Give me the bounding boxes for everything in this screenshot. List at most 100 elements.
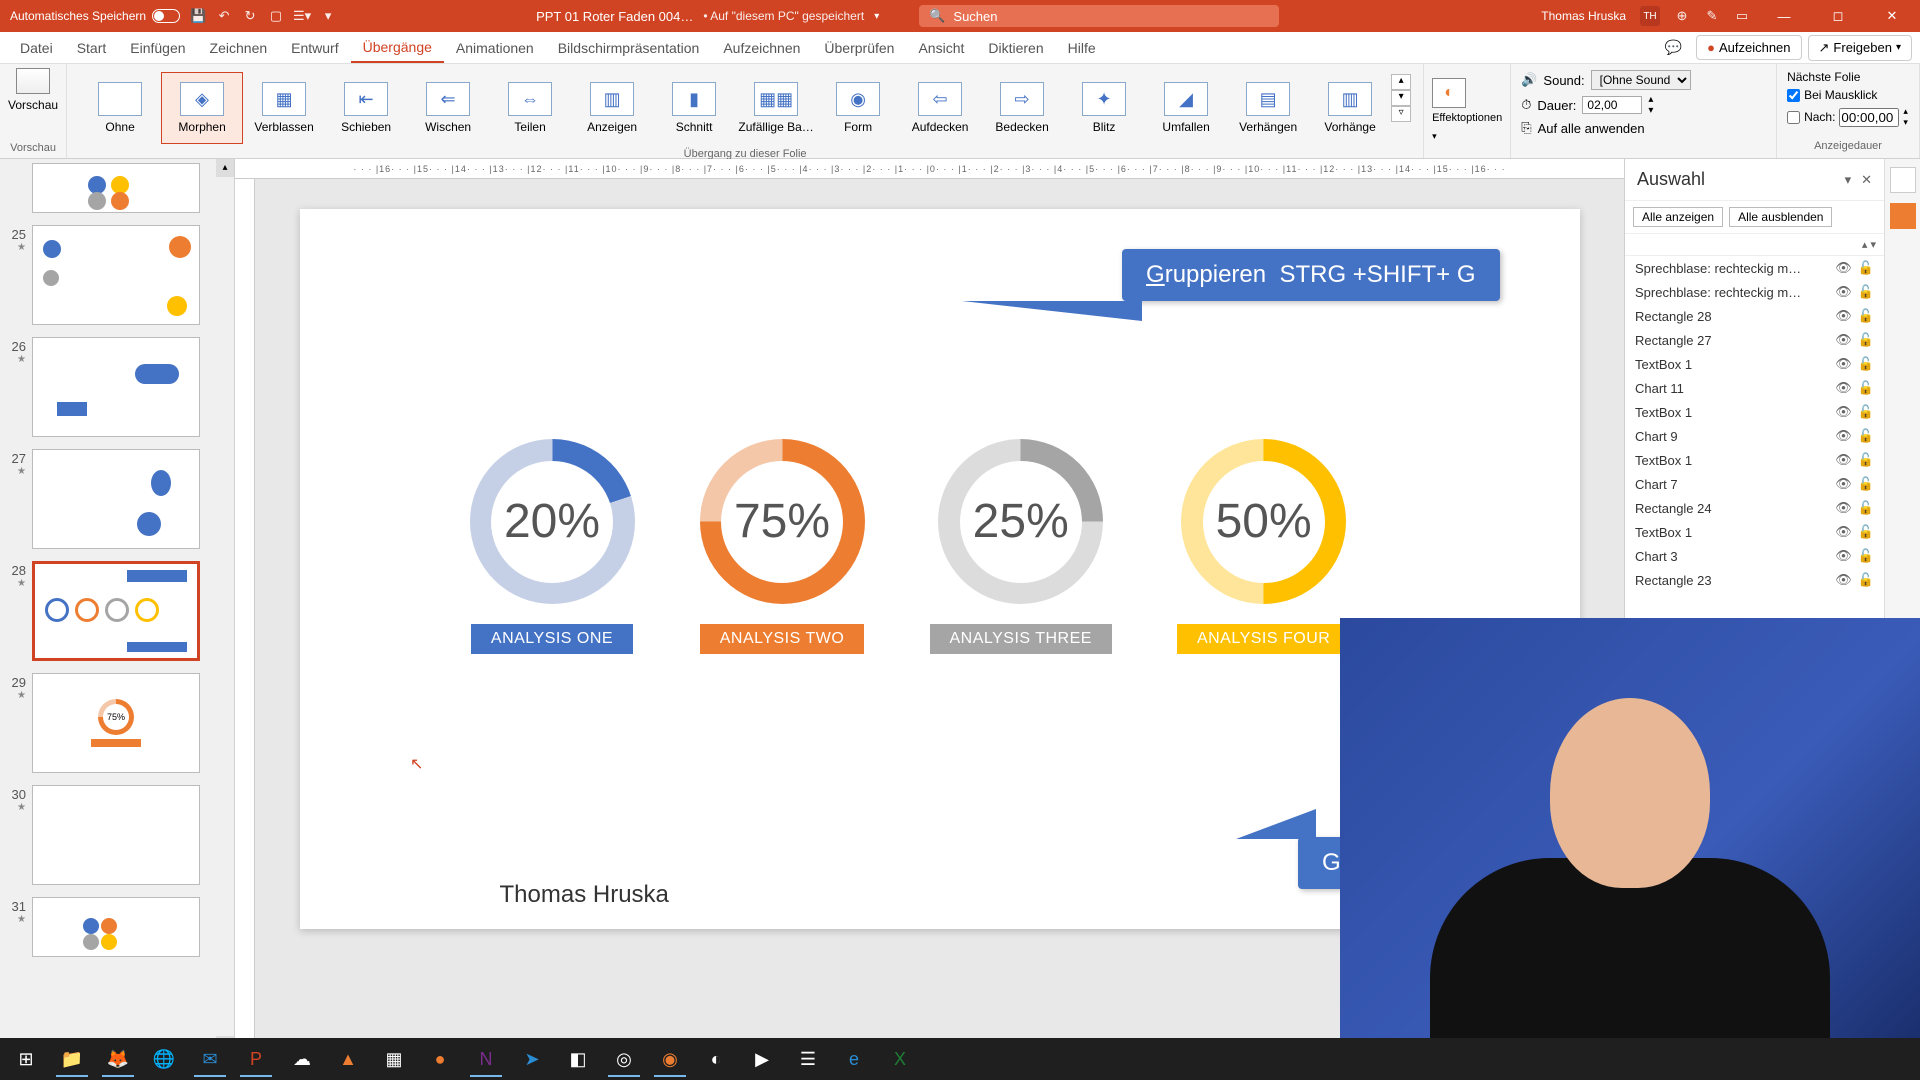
hide-all-button[interactable]: Alle ausblenden [1729, 207, 1832, 227]
saved-dropdown-icon[interactable]: ▾ [874, 11, 879, 22]
tb-firefox-icon[interactable]: 🦊 [96, 1041, 140, 1077]
eye-icon[interactable]: 👁 [1835, 284, 1852, 300]
sel-item[interactable]: Chart 7👁🔓 [1625, 472, 1884, 496]
trans-zufaellig[interactable]: ▦▦Zufällige Ba… [735, 72, 817, 144]
tb-app2-icon[interactable]: ▦ [372, 1041, 416, 1077]
tb-powerpoint-icon[interactable]: P [234, 1041, 278, 1077]
gallery-scrollbar[interactable]: ▴▾▿ [1391, 72, 1411, 124]
trans-vorhaenge[interactable]: ▥Vorhänge [1309, 72, 1391, 144]
after-checkbox[interactable] [1787, 111, 1800, 124]
lock-icon[interactable]: 🔓 [1858, 572, 1874, 588]
tb-explorer-icon[interactable]: 📁 [50, 1041, 94, 1077]
author-text[interactable]: Thomas Hruska [500, 881, 669, 909]
share-button[interactable]: ↗Freigeben▾ [1808, 35, 1912, 61]
eye-icon[interactable]: 👁 [1835, 524, 1852, 540]
tb-app7-icon[interactable]: ▶ [740, 1041, 784, 1077]
search-input[interactable] [953, 9, 1269, 24]
eye-icon[interactable]: 👁 [1835, 428, 1852, 444]
lock-icon[interactable]: 🔓 [1858, 428, 1874, 444]
user-avatar[interactable]: TH [1640, 6, 1660, 26]
comments-icon[interactable]: 💬 [1657, 35, 1690, 60]
pane-close-icon[interactable]: ✕ [1861, 172, 1872, 188]
sel-item[interactable]: Rectangle 27👁🔓 [1625, 328, 1884, 352]
eye-icon[interactable]: 👁 [1835, 356, 1852, 372]
trans-wischen[interactable]: ⇐Wischen [407, 72, 489, 144]
tb-telegram-icon[interactable]: ➤ [510, 1041, 554, 1077]
tb-app5-icon[interactable]: ◉ [648, 1041, 692, 1077]
thumb-row-28[interactable]: 28★ [4, 561, 226, 661]
lock-icon[interactable]: 🔓 [1858, 500, 1874, 516]
thumb-row-26[interactable]: 26★ [4, 337, 226, 437]
ribbon-mode-icon[interactable]: ▭ [1734, 8, 1750, 24]
sel-item[interactable]: TextBox 1👁🔓 [1625, 520, 1884, 544]
sel-item[interactable]: Chart 9👁🔓 [1625, 424, 1884, 448]
lock-icon[interactable]: 🔓 [1858, 548, 1874, 564]
donut-4[interactable]: 50% ANALYSIS FOUR [1177, 439, 1350, 654]
save-icon[interactable]: 💾 [190, 8, 206, 24]
donut-2[interactable]: 75% ANALYSIS TWO [700, 439, 865, 654]
apply-all-button[interactable]: ⎘ Auf alle anwenden [1521, 120, 1766, 136]
show-all-button[interactable]: Alle anzeigen [1633, 207, 1723, 227]
tb-app8-icon[interactable]: ☰ [786, 1041, 830, 1077]
sel-item[interactable]: Chart 11👁🔓 [1625, 376, 1884, 400]
preview-button[interactable]: Vorschau [8, 68, 58, 112]
duration-input[interactable] [1582, 96, 1642, 114]
coming-soon-icon[interactable]: ⊕ [1674, 8, 1690, 24]
tab-zeichnen[interactable]: Zeichnen [198, 34, 280, 62]
tab-animationen[interactable]: Animationen [444, 34, 546, 62]
sound-select[interactable]: [Ohne Sound] [1591, 70, 1691, 90]
sel-item[interactable]: Rectangle 24👁🔓 [1625, 496, 1884, 520]
eye-icon[interactable]: 👁 [1835, 260, 1852, 276]
lock-icon[interactable]: 🔓 [1858, 284, 1874, 300]
tab-datei[interactable]: Datei [8, 34, 65, 62]
trans-verhaengen[interactable]: ▤Verhängen [1227, 72, 1309, 144]
sel-item[interactable]: TextBox 1👁🔓 [1625, 400, 1884, 424]
trans-anzeigen[interactable]: ▥Anzeigen [571, 72, 653, 144]
tab-einfuegen[interactable]: Einfügen [118, 34, 197, 62]
tb-app6-icon[interactable]: ◐ [694, 1041, 738, 1077]
callout-gruppieren[interactable]: Gruppieren STRG +SHIFT+ G [1122, 249, 1499, 301]
tb-onenote-icon[interactable]: N [464, 1041, 508, 1077]
eye-icon[interactable]: 👁 [1835, 308, 1852, 324]
analysis-label-2[interactable]: ANALYSIS TWO [700, 624, 865, 654]
eye-icon[interactable]: 👁 [1835, 380, 1852, 396]
lock-icon[interactable]: 🔓 [1858, 260, 1874, 276]
lock-icon[interactable]: 🔓 [1858, 452, 1874, 468]
trans-blitz[interactable]: ✦Blitz [1063, 72, 1145, 144]
sel-item[interactable]: Rectangle 28👁🔓 [1625, 304, 1884, 328]
sel-item[interactable]: Sprechblase: rechteckig m…👁🔓 [1625, 280, 1884, 304]
autosave-toggle[interactable]: Automatisches Speichern [10, 9, 180, 23]
thumb-row-24[interactable] [4, 163, 226, 213]
side-icon-1[interactable] [1890, 167, 1916, 193]
search-box[interactable]: 🔍 [919, 5, 1279, 27]
side-icon-2[interactable] [1890, 203, 1916, 229]
lock-icon[interactable]: 🔓 [1858, 524, 1874, 540]
eye-icon[interactable]: 👁 [1835, 452, 1852, 468]
sel-item[interactable]: Rectangle 23👁🔓 [1625, 568, 1884, 592]
sel-item[interactable]: TextBox 1👁🔓 [1625, 448, 1884, 472]
tab-ansicht[interactable]: Ansicht [906, 34, 976, 62]
saved-location[interactable]: • Auf "diesem PC" gespeichert [703, 9, 864, 23]
trans-ohne[interactable]: Ohne [79, 72, 161, 144]
thumb-row-27[interactable]: 27★ [4, 449, 226, 549]
tab-hilfe[interactable]: Hilfe [1056, 34, 1108, 62]
sync-icon[interactable]: ✎ [1704, 8, 1720, 24]
close-button[interactable]: ✕ [1872, 0, 1912, 32]
tb-vlc-icon[interactable]: ▲ [326, 1041, 370, 1077]
start-button[interactable]: ⊞ [4, 1041, 48, 1077]
analysis-label-3[interactable]: ANALYSIS THREE [930, 624, 1112, 654]
tb-obs-icon[interactable]: ◎ [602, 1041, 646, 1077]
pane-dropdown-icon[interactable]: ▾ [1845, 172, 1852, 188]
sel-item[interactable]: Chart 3👁🔓 [1625, 544, 1884, 568]
touch-icon[interactable]: ☰▾ [294, 8, 310, 24]
after-input[interactable] [1839, 108, 1899, 127]
thumb-row-31[interactable]: 31★ [4, 897, 226, 957]
on-click-checkbox[interactable] [1787, 89, 1800, 102]
tb-excel-icon[interactable]: X [878, 1041, 922, 1077]
trans-bedecken[interactable]: ⇨Bedecken [981, 72, 1063, 144]
eye-icon[interactable]: 👁 [1835, 404, 1852, 420]
analysis-label-1[interactable]: ANALYSIS ONE [471, 624, 633, 654]
trans-form[interactable]: ◉Form [817, 72, 899, 144]
tb-chrome-icon[interactable]: 🌐 [142, 1041, 186, 1077]
eye-icon[interactable]: 👁 [1835, 332, 1852, 348]
